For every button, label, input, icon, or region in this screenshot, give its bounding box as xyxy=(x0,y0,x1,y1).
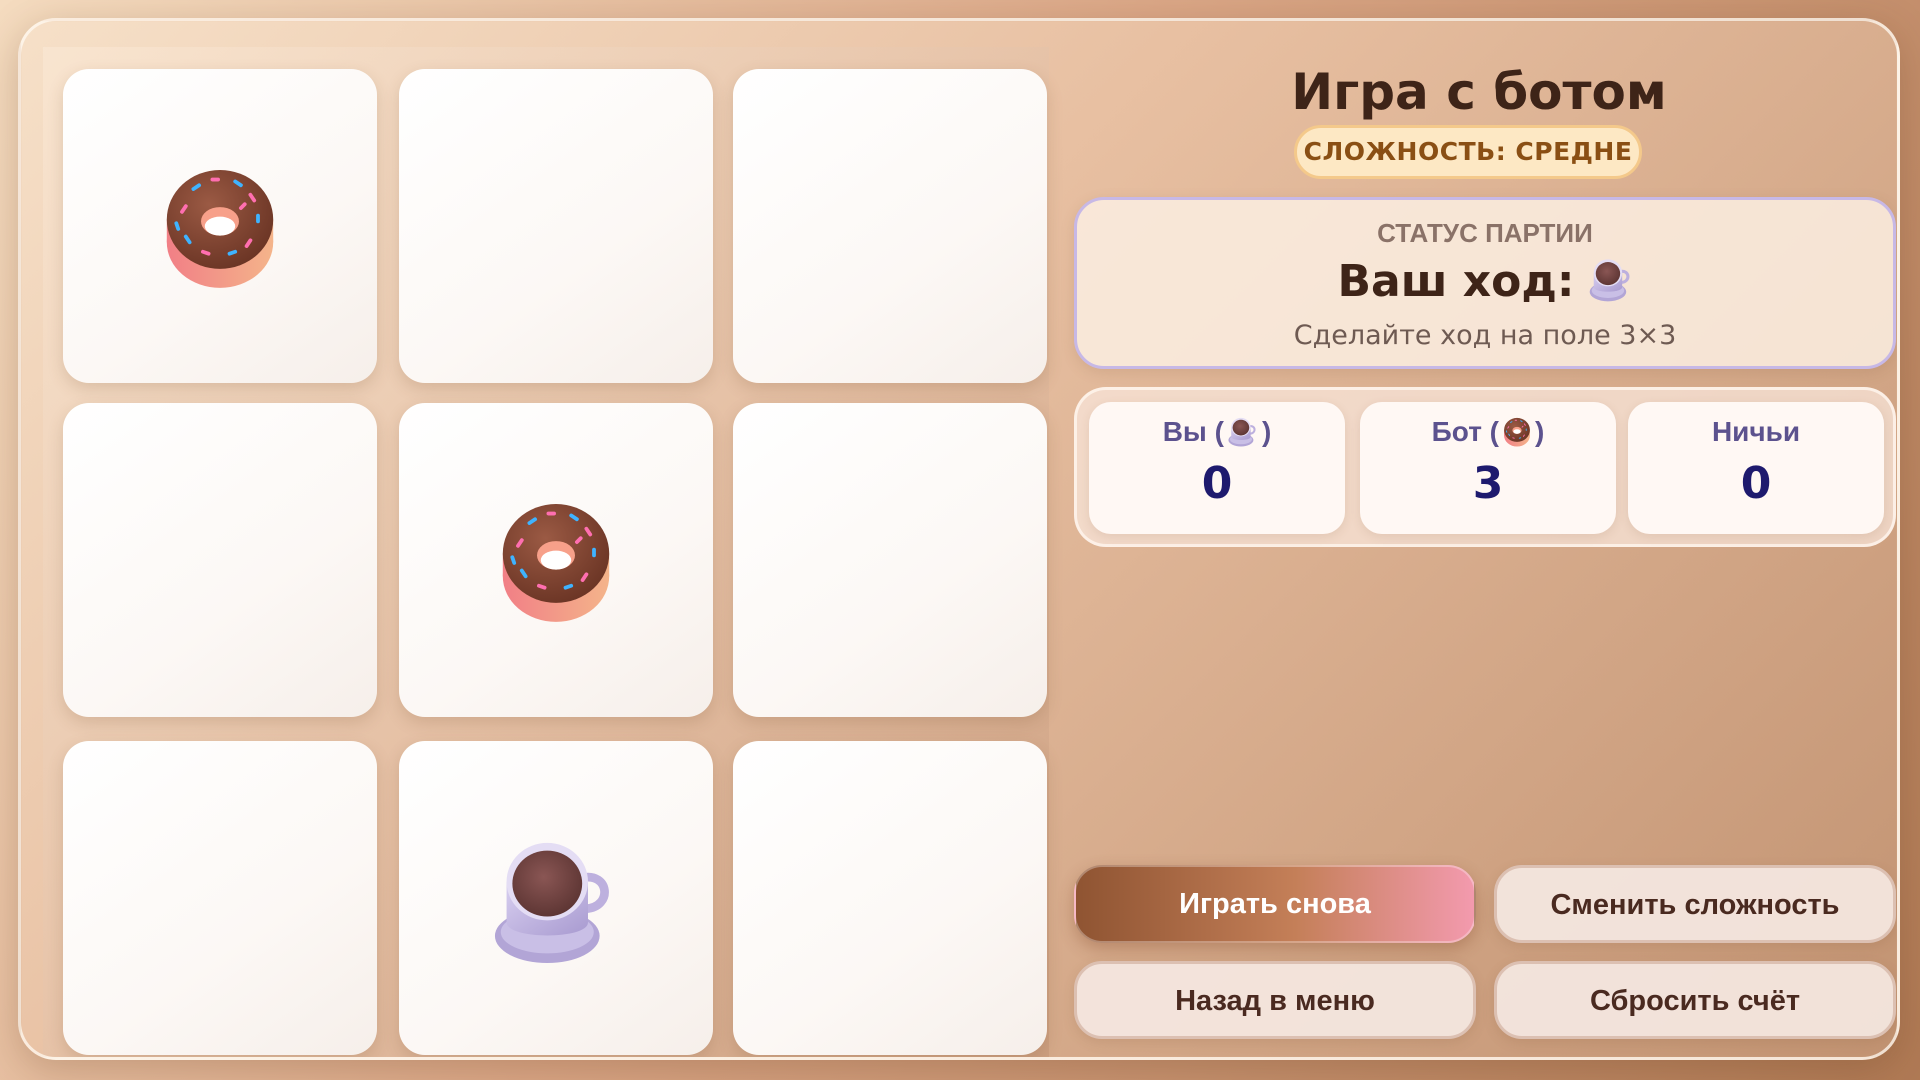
score-label-you: Вы () xyxy=(1089,416,1345,448)
score-label-draws: Ничьи xyxy=(1711,416,1801,447)
score-label-bot: Бот () xyxy=(1360,416,1616,448)
score-label-you-close: ) xyxy=(1261,416,1272,447)
donut-icon xyxy=(164,168,276,290)
game-window: Игра с ботом СЛОЖНОСТЬ: СРЕДНЕ СТАТУС ПА… xyxy=(18,18,1900,1060)
board-cell-3-1[interactable] xyxy=(63,741,377,1055)
score-card-bot: Бот () 3 xyxy=(1360,402,1616,534)
reset-score-button[interactable]: Сбросить счёт xyxy=(1494,961,1896,1039)
side-panel: Игра с ботом СЛОЖНОСТЬ: СРЕДНЕ СТАТУС ПА… xyxy=(1056,21,1897,1057)
difficulty-badge: СЛОЖНОСТЬ: СРЕДНЕ xyxy=(1294,125,1642,179)
scoreboard: Вы () 0 Бот () 3 Ничьи 0 xyxy=(1074,387,1896,547)
back-to-menu-button[interactable]: Назад в меню xyxy=(1074,961,1476,1039)
score-label-bot-close: ) xyxy=(1535,416,1545,447)
score-value-draws: 0 xyxy=(1740,458,1772,509)
cup-icon xyxy=(399,741,713,1055)
board-cell-1-3[interactable] xyxy=(733,69,1047,383)
game-board xyxy=(43,47,1049,1057)
donut-icon xyxy=(1503,417,1531,447)
score-label-you-text: Вы ( xyxy=(1162,416,1224,447)
board-cell-1-2[interactable] xyxy=(399,69,713,383)
status-turn-text: Ваш ход: xyxy=(1337,256,1575,307)
board-cell-2-1[interactable] xyxy=(63,403,377,717)
score-label-bot-text: Бот ( xyxy=(1431,416,1500,447)
score-card-draws: Ничьи 0 xyxy=(1628,402,1884,534)
play-again-button[interactable]: Играть снова xyxy=(1074,865,1476,943)
board-cell-2-3[interactable] xyxy=(733,403,1047,717)
page-title: Игра с ботом xyxy=(1291,63,1667,121)
board-cell-3-3[interactable] xyxy=(733,741,1047,1055)
status-hint: Сделайте ход на поле 3×3 xyxy=(1293,320,1677,351)
change-difficulty-button[interactable]: Сменить сложность xyxy=(1494,865,1896,943)
donut-icon xyxy=(500,502,612,624)
cup-icon xyxy=(1228,417,1258,447)
board-cell-1-1[interactable] xyxy=(63,69,377,383)
status-main: Ваш ход: xyxy=(1077,256,1893,307)
score-value-you: 0 xyxy=(1201,458,1233,509)
board-cell-2-2[interactable] xyxy=(399,403,713,717)
board-cell-3-2[interactable] xyxy=(399,741,713,1055)
status-label: СТАТУС ПАРТИИ xyxy=(1377,218,1593,248)
score-value-bot: 3 xyxy=(1472,458,1504,509)
status-card: СТАТУС ПАРТИИ Ваш ход: Сделайте ход на п… xyxy=(1074,197,1896,369)
cup-icon xyxy=(1589,258,1633,302)
score-card-you: Вы () 0 xyxy=(1089,402,1345,534)
